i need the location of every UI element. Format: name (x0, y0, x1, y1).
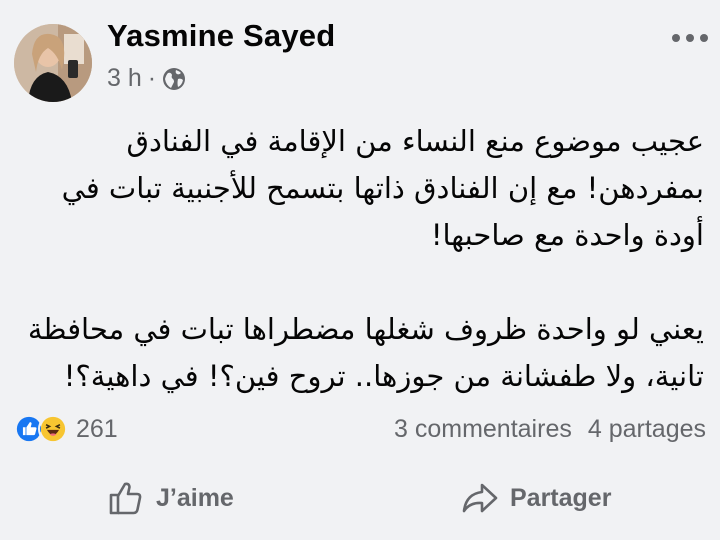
post-time[interactable]: 3 h (107, 64, 142, 93)
avatar[interactable] (14, 24, 92, 102)
reactions-summary[interactable]: 261 (14, 414, 118, 444)
thumbs-up-icon (109, 482, 142, 515)
avatar-photo (14, 24, 92, 102)
reaction-count: 261 (76, 414, 118, 443)
post-stats: 261 3 commentaires 4 partages (14, 412, 706, 446)
meta-separator: · (147, 64, 157, 92)
post-actions: J’aime Partager (0, 468, 720, 528)
post-body-line: تانية، ولا طفشانة من جوزها.. تروح فين؟! … (63, 359, 704, 393)
shares-count[interactable]: 4 partages (588, 415, 706, 444)
author-name[interactable]: Yasmine Sayed (107, 20, 335, 51)
post-body-line: عجيب موضوع منع النساء من الإقامة في الفن… (126, 124, 705, 158)
post-body-line: يعني لو واحدة ظروف شغلها مضطراها تبات في… (27, 312, 704, 346)
post-body-line: أودة واحدة مع صاحبها! (430, 218, 704, 252)
like-button[interactable]: J’aime (106, 468, 234, 528)
comments-count[interactable]: 3 commentaires (394, 415, 572, 444)
share-button[interactable]: Partager (460, 468, 611, 528)
globe-icon (163, 67, 186, 90)
more-dots-icon[interactable] (670, 30, 710, 46)
facebook-post: Yasmine Sayed 3 h · عجيب موضوع منع النسا… (0, 0, 720, 540)
post-body: عجيب موضوع منع النساء من الإقامة في الفن… (14, 118, 704, 400)
engagement-counts: 3 commentaires 4 partages (394, 415, 706, 444)
share-arrow-icon (462, 483, 498, 513)
post-meta: 3 h · (107, 64, 186, 93)
post-body-line: بمفردهن! مع إن الفنادق ذاتها بتسمح للأجن… (61, 171, 704, 205)
share-label: Partager (510, 483, 612, 512)
haha-reaction-icon (38, 414, 68, 444)
like-label: J’aime (156, 483, 234, 512)
